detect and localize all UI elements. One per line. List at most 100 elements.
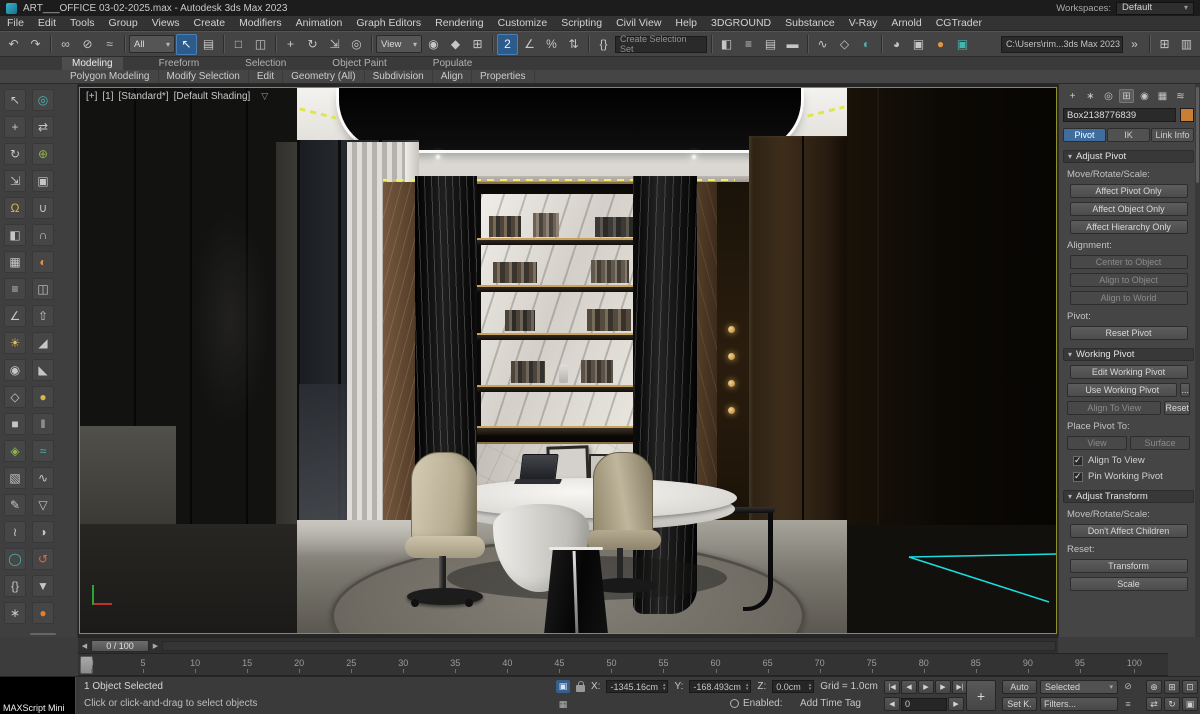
- menu-item-modifiers[interactable]: Modifiers: [232, 16, 289, 31]
- select-by-name-icon[interactable]: ▤: [198, 34, 219, 55]
- affect-object-only-button[interactable]: Affect Object Only: [1069, 202, 1188, 216]
- bone-tool-icon[interactable]: ≀: [4, 521, 26, 543]
- toolbar-overflow-icon[interactable]: »: [1124, 34, 1145, 55]
- material-editor-icon[interactable]: ◐: [856, 34, 877, 55]
- measure-tool-icon[interactable]: ∠: [4, 305, 26, 327]
- move-tool-icon[interactable]: +: [4, 116, 26, 138]
- reset-working-pivot-button[interactable]: Reset: [1164, 401, 1190, 415]
- viewport-canvas[interactable]: [+] [1] [Standard*] [Default Shading] ▽: [79, 87, 1057, 634]
- array-tool-icon[interactable]: ▦: [4, 251, 26, 273]
- set-key-button[interactable]: Set K.: [1002, 697, 1037, 711]
- select-object-icon[interactable]: ↖: [176, 33, 197, 55]
- percent-snap-icon[interactable]: %: [541, 34, 562, 55]
- camera-tool-icon[interactable]: ◉: [4, 359, 26, 381]
- dont-affect-children-button[interactable]: Don't Affect Children: [1069, 524, 1188, 538]
- zoom-icon[interactable]: ⊕: [1146, 680, 1162, 694]
- menu-item-graph-editors[interactable]: Graph Editors: [349, 16, 428, 31]
- menu-item-help[interactable]: Help: [668, 16, 704, 31]
- menu-item-create[interactable]: Create: [187, 16, 233, 31]
- checkbox-box[interactable]: [1073, 471, 1083, 482]
- select-tool-icon[interactable]: ↖: [4, 89, 26, 111]
- subtab-pivot[interactable]: Pivot: [1063, 128, 1106, 142]
- next-frame-button[interactable]: ▶: [935, 680, 951, 694]
- y-spinner[interactable]: [746, 683, 749, 691]
- reset-xform-tool-icon[interactable]: ↺: [32, 548, 54, 570]
- settings-tool-icon[interactable]: ∗: [4, 602, 26, 624]
- extrude-tool-icon[interactable]: ⇧: [32, 305, 54, 327]
- paint-tool-icon[interactable]: ✎: [4, 494, 26, 516]
- menu-item-v-ray[interactable]: V-Ray: [842, 16, 885, 31]
- viewport-label-segment[interactable]: [Default Shading]: [174, 91, 251, 102]
- frame-back-icon[interactable]: ◀: [884, 697, 900, 711]
- select-and-scale-icon[interactable]: ⇲: [324, 34, 345, 55]
- rendered-frame-window-icon[interactable]: ▣: [908, 34, 929, 55]
- place-pivot-surface-button[interactable]: Surface: [1130, 436, 1190, 450]
- frame-forward-icon[interactable]: ▶: [948, 697, 964, 711]
- go-to-start-button[interactable]: |◀: [884, 680, 900, 694]
- menu-item-cgtrader[interactable]: CGTrader: [929, 16, 989, 31]
- scrollbar-thumb[interactable]: [1196, 87, 1199, 183]
- menu-item-scripting[interactable]: Scripting: [554, 16, 609, 31]
- menu-item-animation[interactable]: Animation: [289, 16, 350, 31]
- ribbon-item-geometry-all-[interactable]: Geometry (All): [283, 70, 365, 83]
- left-tool-big-button[interactable]: [30, 633, 56, 635]
- ribbon-tab-selection[interactable]: Selection: [235, 57, 296, 70]
- redo-icon[interactable]: ↷: [25, 34, 46, 55]
- xref-tool-icon[interactable]: ⇄: [32, 116, 54, 138]
- display-tab-icon[interactable]: ▦: [1155, 89, 1170, 103]
- angle-snap-icon[interactable]: ∠: [519, 34, 540, 55]
- window-crossing-icon[interactable]: ◫: [250, 34, 271, 55]
- use-working-pivot-button[interactable]: Use Working Pivot: [1067, 383, 1178, 397]
- schematic-view-icon[interactable]: ◇: [834, 34, 855, 55]
- x-coordinate-field[interactable]: -1345.16cm: [606, 680, 669, 693]
- reset-scale-button[interactable]: Scale: [1069, 577, 1188, 591]
- unlink-selection-icon[interactable]: ⊘: [77, 34, 98, 55]
- relax-tool-icon[interactable]: ≈: [32, 440, 54, 462]
- ribbon-item-polygon-modeling[interactable]: Polygon Modeling: [62, 70, 159, 83]
- rectangular-selection-region-icon[interactable]: □: [228, 34, 249, 55]
- spinner-snap-icon[interactable]: ⇅: [563, 34, 584, 55]
- selection-set-dropdown[interactable]: Selected: [1040, 680, 1118, 694]
- physics-tool-icon[interactable]: ◯: [4, 548, 26, 570]
- mute-keys-icon[interactable]: ⊘: [1121, 680, 1135, 693]
- utilities-tab-icon[interactable]: ≋: [1173, 89, 1188, 103]
- layer-explorer-icon[interactable]: ▤: [760, 34, 781, 55]
- named-selection-set-input[interactable]: Create Selection Set: [615, 34, 707, 54]
- create-tab-icon[interactable]: ∗: [1083, 89, 1098, 103]
- ribbon-tab-freeform[interactable]: Freeform: [149, 57, 210, 70]
- align-to-view-checkbox[interactable]: Align To View: [1073, 455, 1184, 466]
- ribbon-item-modify-selection[interactable]: Modify Selection: [159, 70, 249, 83]
- viewport-filter-icon[interactable]: ▽: [261, 91, 268, 102]
- reset-pivot-button[interactable]: Reset Pivot: [1069, 326, 1188, 340]
- curve-editor-icon[interactable]: ∿: [812, 34, 833, 55]
- snap-tool-icon[interactable]: Ω: [4, 197, 26, 219]
- enabled-toggle[interactable]: Enabled:: [730, 698, 782, 709]
- mirror-tool-icon[interactable]: ◧: [4, 224, 26, 246]
- zoom-extents-icon[interactable]: ⊡: [1182, 680, 1198, 694]
- ribbon-item-subdivision[interactable]: Subdivision: [365, 70, 433, 83]
- select-and-manipulate-icon[interactable]: ◆: [445, 34, 466, 55]
- select-and-rotate-icon[interactable]: ↻: [302, 34, 323, 55]
- align-to-world-button[interactable]: Align to World: [1069, 291, 1188, 305]
- zoom-all-icon[interactable]: ⊞: [1164, 680, 1180, 694]
- scale-tool-icon[interactable]: ⇲: [4, 170, 26, 192]
- uvw-tool-icon[interactable]: ▧: [4, 467, 26, 489]
- slice-tool-icon[interactable]: ◫: [32, 278, 54, 300]
- menu-item-tools[interactable]: Tools: [63, 16, 102, 31]
- boolean-tool-icon[interactable]: ◐: [32, 251, 54, 273]
- subtab-ik[interactable]: IK: [1107, 128, 1150, 142]
- isolate-tool-icon[interactable]: ◎: [32, 89, 54, 111]
- symmetry-tool-icon[interactable]: ◑: [32, 521, 54, 543]
- previous-frame-button[interactable]: ◀: [901, 680, 917, 694]
- ribbon-item-align[interactable]: Align: [433, 70, 472, 83]
- ribbon-item-edit[interactable]: Edit: [249, 70, 284, 83]
- time-slider-next-icon[interactable]: [151, 642, 160, 650]
- ribbon-toggle-icon[interactable]: ▬: [782, 34, 803, 55]
- command-panel-scrollbar[interactable]: [1195, 84, 1200, 637]
- menu-item-views[interactable]: Views: [145, 16, 187, 31]
- object-name-field[interactable]: Box2138776839: [1063, 108, 1176, 122]
- geometry-tool-icon[interactable]: ■: [4, 413, 26, 435]
- key-filters-button[interactable]: Filters...: [1040, 697, 1118, 711]
- place-pivot-view-button[interactable]: View: [1067, 436, 1127, 450]
- project-folder-field[interactable]: C:\Users\rim...3ds Max 2023: [1001, 35, 1123, 53]
